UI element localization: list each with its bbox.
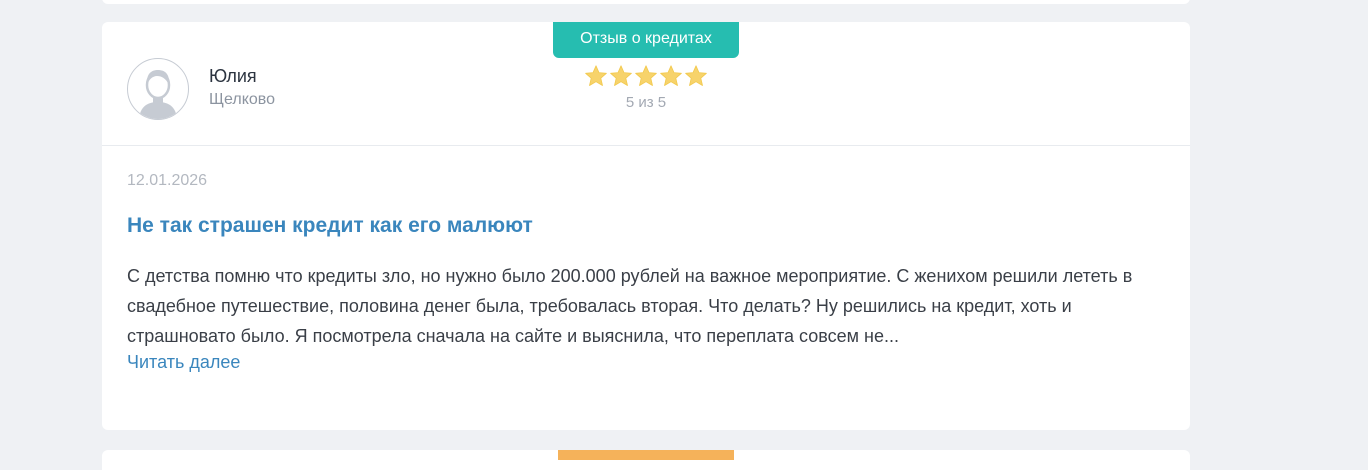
review-text: С детства помню что кредиты зло, но нужн… bbox=[127, 266, 1133, 346]
author-name: Юлия bbox=[209, 66, 257, 86]
user-avatar-icon bbox=[127, 58, 189, 120]
review-date: 12.01.2026 bbox=[127, 172, 208, 189]
star-icon bbox=[585, 65, 607, 86]
rating-stars bbox=[584, 64, 708, 88]
previous-review-card bbox=[102, 0, 1190, 4]
star-icon bbox=[660, 65, 682, 86]
next-review-badge bbox=[558, 450, 734, 460]
rating-text: 5 из 5 bbox=[625, 94, 667, 111]
author-city: Щелково bbox=[209, 91, 275, 108]
review-title[interactable]: Не так страшен кредит как его малюют bbox=[127, 214, 533, 238]
star-icon bbox=[635, 65, 657, 86]
read-more-link[interactable]: Читать далее bbox=[127, 352, 240, 373]
star-icon bbox=[685, 65, 707, 86]
card-divider bbox=[102, 145, 1190, 146]
star-icon bbox=[610, 65, 632, 86]
review-category-badge: Отзыв о кредитах bbox=[553, 22, 739, 58]
